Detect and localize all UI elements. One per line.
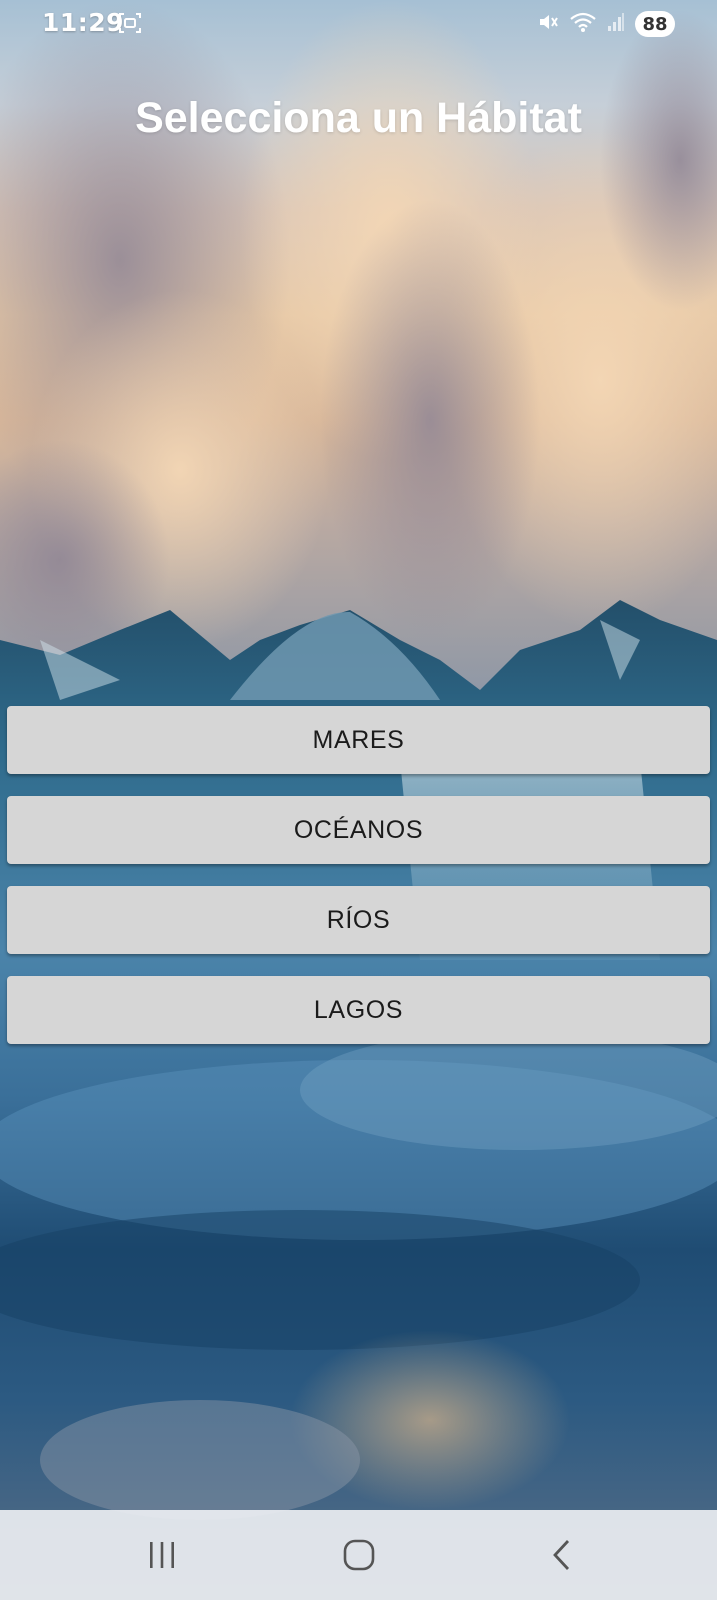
status-bar: 11:29 88	[0, 0, 717, 48]
status-icons: 88	[537, 10, 675, 38]
status-time: 11:29	[42, 8, 125, 37]
lagos-button[interactable]: LAGOS	[7, 976, 710, 1044]
mares-button[interactable]: MARES	[7, 706, 710, 774]
navigation-bar	[0, 1510, 717, 1600]
back-icon[interactable]	[532, 1528, 592, 1582]
oceanos-button[interactable]: OCÉANOS	[7, 796, 710, 864]
home-icon[interactable]	[329, 1528, 389, 1582]
app-screen: 11:29 88 Selecciona un Hábitat MARES OCÉ…	[0, 0, 717, 1600]
mute-icon	[537, 11, 559, 37]
signal-icon	[607, 11, 625, 37]
habitat-button-list: MARES OCÉANOS RÍOS LAGOS	[7, 706, 710, 1066]
page-title: Selecciona un Hábitat	[135, 94, 582, 142]
wifi-icon	[569, 11, 597, 37]
rios-button[interactable]: RÍOS	[7, 886, 710, 954]
screenshot-icon	[118, 12, 142, 34]
battery-indicator: 88	[635, 11, 675, 37]
recent-apps-icon[interactable]	[132, 1528, 192, 1582]
